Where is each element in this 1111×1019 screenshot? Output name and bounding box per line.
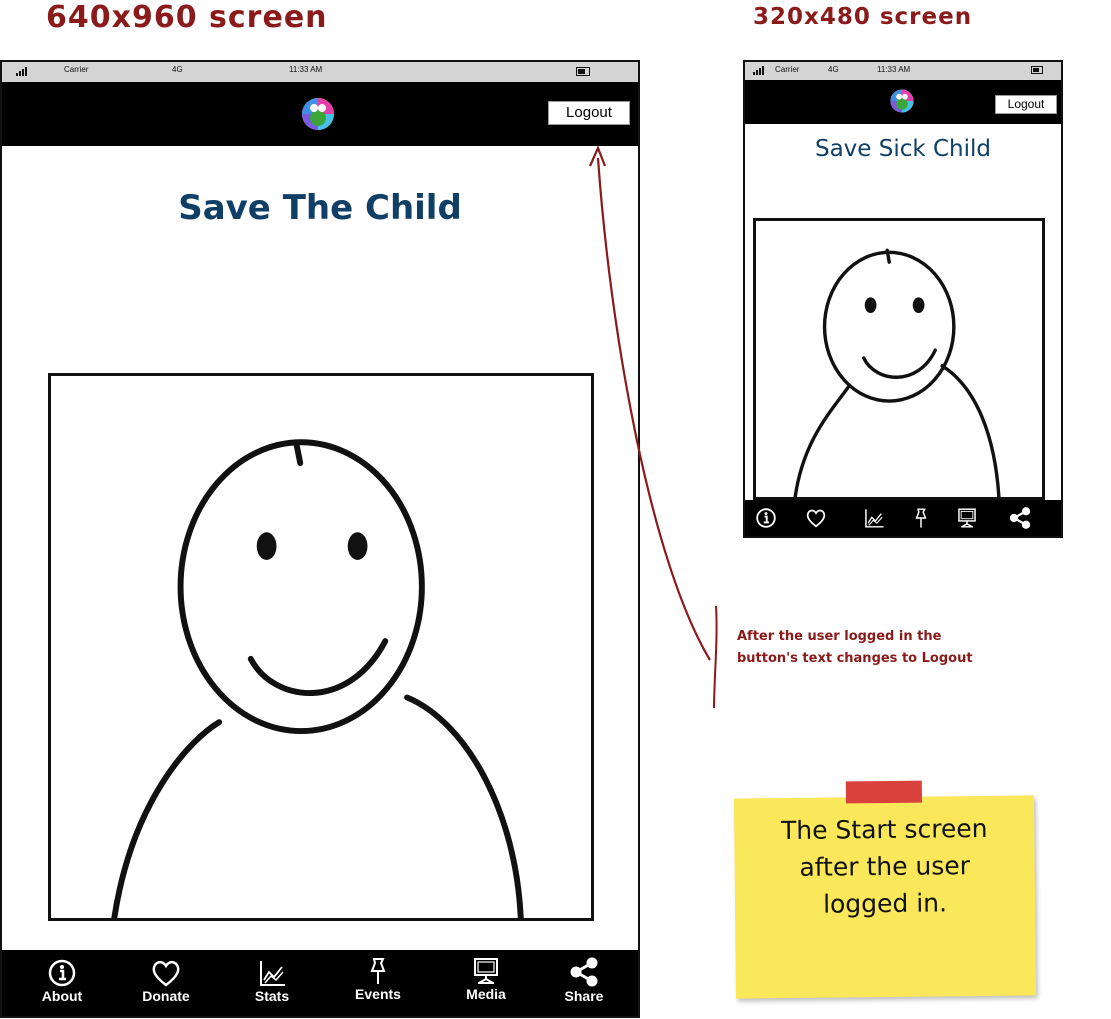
child-sketch-image [793, 248, 1001, 497]
tab-stats[interactable] [859, 500, 889, 536]
sticky-note-text: The Start screen after the user logged i… [734, 809, 1035, 923]
tab-about-label: About [41, 988, 83, 1004]
tab-donate[interactable]: Donate [134, 950, 198, 1016]
network-label: 4G [828, 65, 839, 74]
heart-icon [152, 960, 180, 987]
info-icon [48, 959, 76, 987]
tab-stats-label: Stats [254, 988, 290, 1004]
monitor-icon [474, 958, 498, 984]
page-title: Save The Child [178, 188, 462, 228]
page-title: Save Sick Child [814, 136, 992, 162]
sticky-line-3: logged in. [822, 888, 948, 919]
battery-icon [1031, 66, 1043, 74]
tab-events[interactable]: Events [346, 950, 410, 1016]
chart-icon [260, 961, 285, 986]
heart-icon [806, 509, 826, 528]
signal-icon [16, 67, 27, 76]
battery-icon [576, 67, 590, 76]
monitor-icon [958, 508, 976, 528]
top-nav-bar: Logout [745, 80, 1061, 124]
logout-button[interactable]: Logout [995, 95, 1057, 114]
tab-share[interactable] [1005, 500, 1035, 536]
bottom-tab-bar: About Donate Stats Events Media Share [2, 950, 638, 1016]
tab-donate-label: Donate [142, 988, 190, 1004]
sticky-line-1: The Start screen [780, 813, 988, 846]
network-label: 4G [172, 65, 183, 74]
tab-events-label: Events [355, 986, 401, 1002]
tab-media[interactable] [952, 500, 982, 536]
app-logo-icon [302, 98, 334, 130]
large-phone-frame: Carrier 4G 11:33 AM Logout Save The Chil… [0, 60, 640, 1018]
chart-icon [865, 509, 884, 528]
pin-icon [370, 958, 386, 984]
app-logo-icon [890, 89, 914, 113]
carrier-label: Carrier [775, 65, 800, 74]
share-icon [570, 957, 598, 987]
small-screen-heading: 320x480 screen [753, 4, 973, 30]
tab-donate[interactable] [801, 500, 831, 536]
share-icon [1009, 507, 1031, 529]
signal-icon [753, 66, 764, 75]
bottom-tab-bar [745, 500, 1061, 536]
time-label: 11:33 AM [877, 65, 911, 74]
annotation-line-2: button's text changes to Logout [737, 651, 973, 666]
info-icon [756, 508, 776, 528]
top-nav-bar: Logout [2, 82, 638, 146]
tab-stats[interactable]: Stats [240, 950, 304, 1016]
child-photo [48, 373, 594, 921]
annotation-note: After the user logged in the button's te… [737, 626, 973, 670]
pin-icon [915, 508, 927, 528]
tab-media-label: Media [466, 986, 506, 1002]
status-bar: Carrier 4G 11:33 AM [2, 62, 638, 83]
tab-about[interactable]: About [30, 950, 94, 1016]
annotation-line-1: After the user logged in the [737, 629, 942, 644]
sticky-line-2: after the user [799, 851, 971, 882]
sticky-note: The Start screen after the user logged i… [733, 780, 1037, 999]
tab-media[interactable]: Media [454, 950, 518, 1016]
tab-share-label: Share [564, 988, 604, 1004]
child-photo [753, 218, 1045, 500]
tab-about[interactable] [751, 500, 781, 536]
time-label: 11:33 AM [289, 65, 323, 74]
small-phone-frame: Carrier 4G 11:33 AM Logout Save Sick Chi… [743, 60, 1063, 538]
sticky-tape [845, 780, 923, 804]
tab-events[interactable] [906, 500, 936, 536]
carrier-label: Carrier [64, 65, 89, 74]
child-sketch-image [111, 439, 524, 918]
status-bar: Carrier 4G 11:33 AM [745, 62, 1061, 81]
tab-share[interactable]: Share [552, 950, 616, 1016]
logout-button[interactable]: Logout [548, 101, 630, 125]
large-screen-heading: 640x960 screen [46, 0, 328, 35]
